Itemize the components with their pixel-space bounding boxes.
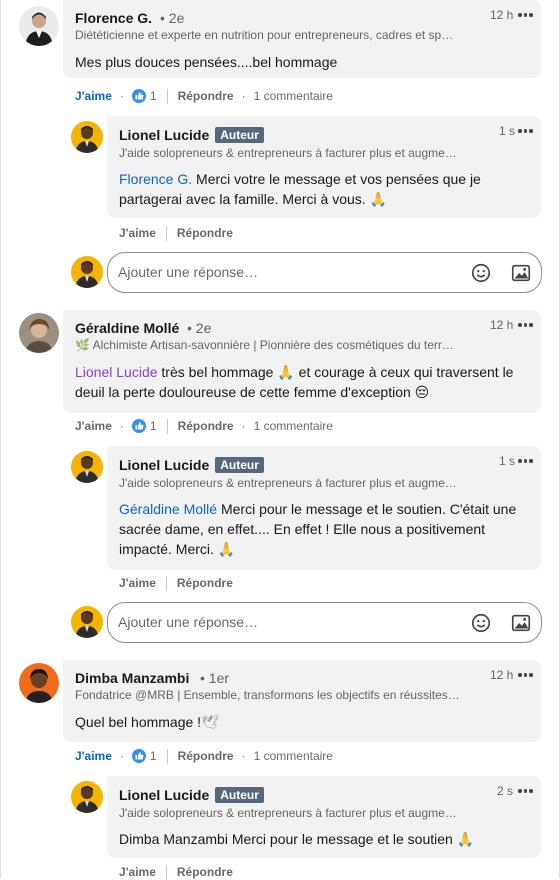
like-count[interactable]: 1 bbox=[150, 89, 157, 103]
reply-input[interactable]: Ajouter une réponse… bbox=[107, 252, 542, 293]
reply-author[interactable]: Lionel Lucide Auteur bbox=[119, 787, 264, 803]
comment-headline: Diététicienne et experte en nutrition po… bbox=[75, 28, 454, 42]
avatar-lionel bbox=[71, 606, 103, 638]
comment-text: Mes plus douces pensées....bel hommage bbox=[75, 54, 338, 70]
more-options-icon[interactable] bbox=[518, 788, 534, 794]
reply-actions: J'aime Répondre bbox=[119, 225, 233, 241]
comment-headline: 🌿 Alchimiste Artisan-savonnière | Pionni… bbox=[75, 338, 454, 352]
like-button[interactable]: J'aime bbox=[75, 749, 112, 763]
reply-button[interactable]: Répondre bbox=[177, 865, 233, 879]
like-count[interactable]: 1 bbox=[150, 419, 157, 433]
separator-dot: · bbox=[241, 419, 246, 433]
reply-button[interactable]: Répondre bbox=[178, 89, 234, 103]
mention-link[interactable]: Géraldine Mollé bbox=[119, 501, 217, 517]
connection-degree: • 1er bbox=[200, 670, 230, 686]
comment-headline: Fondatrice @MRB | Ensemble, transformons… bbox=[75, 688, 460, 702]
divider bbox=[166, 88, 168, 104]
reply-time: 1 s bbox=[499, 454, 516, 468]
praying-hands-emoji: 🙏 bbox=[456, 832, 475, 848]
like-count[interactable]: 1 bbox=[150, 749, 157, 763]
reply-button[interactable]: Répondre bbox=[177, 576, 233, 590]
praying-hands-emoji: 🙏 bbox=[369, 192, 387, 208]
divider bbox=[165, 225, 167, 241]
avatar-lionel[interactable] bbox=[71, 121, 103, 153]
reply-button[interactable]: Répondre bbox=[177, 226, 233, 240]
comment-author[interactable]: Géraldine Mollé bbox=[75, 320, 179, 336]
reply-headline: J'aide solopreneurs & entrepreneurs à fa… bbox=[119, 476, 457, 490]
comment-actions: J'aime · 1 Répondre · 1 commentaire bbox=[75, 88, 333, 104]
reply-text: Géraldine Mollé Merci pour le message et… bbox=[119, 501, 517, 558]
thumbs-up-reaction-icon[interactable] bbox=[131, 89, 146, 103]
comment-time: 12 h bbox=[490, 8, 514, 22]
thumbs-up-reaction-icon[interactable] bbox=[131, 419, 146, 433]
divider bbox=[165, 864, 167, 880]
praying-hands-emoji: 🙏 bbox=[217, 542, 236, 558]
image-upload-icon[interactable] bbox=[510, 612, 532, 634]
reply-placeholder: Ajouter une réponse… bbox=[118, 614, 259, 630]
like-button[interactable]: J'aime bbox=[75, 89, 112, 103]
thumbs-up-reaction-icon[interactable] bbox=[131, 749, 146, 763]
like-button[interactable]: J'aime bbox=[119, 576, 156, 590]
emoji-smiley-icon[interactable] bbox=[470, 262, 492, 284]
more-options-icon[interactable] bbox=[518, 128, 534, 134]
author-badge: Auteur bbox=[215, 457, 264, 473]
connection-degree: • 2e bbox=[187, 320, 212, 336]
mention-link[interactable]: Florence G. bbox=[119, 171, 192, 187]
avatar-lionel[interactable] bbox=[71, 451, 103, 483]
divider bbox=[166, 418, 168, 434]
more-options-icon[interactable] bbox=[518, 458, 534, 464]
reply-time: 1 s bbox=[499, 124, 516, 138]
comments-feed: Florence G. • 2e Diététicienne et expert… bbox=[0, 0, 560, 880]
comment-time: 12 h bbox=[490, 318, 514, 332]
comment-actions: J'aime · 1 Répondre · 1 commentaire bbox=[75, 748, 333, 764]
reply-headline: J'aide solopreneurs & entrepreneurs à fa… bbox=[119, 146, 457, 160]
like-button[interactable]: J'aime bbox=[119, 865, 156, 879]
avatar-florence[interactable] bbox=[19, 6, 59, 46]
mention-link[interactable]: Lionel Lucide bbox=[75, 364, 158, 380]
emoji-smiley-icon[interactable] bbox=[470, 612, 492, 634]
comment-text: Quel bel hommage !🕊 bbox=[75, 714, 219, 731]
comment-actions: J'aime · 1 Répondre · 1 commentaire bbox=[75, 418, 333, 434]
reply-author[interactable]: Lionel Lucide Auteur bbox=[119, 127, 264, 143]
image-upload-icon[interactable] bbox=[510, 262, 532, 284]
reply-button[interactable]: Répondre bbox=[178, 419, 234, 433]
reply-headline: J'aide solopreneurs & entrepreneurs à fa… bbox=[119, 806, 457, 820]
divider bbox=[165, 575, 167, 591]
more-options-icon[interactable] bbox=[518, 322, 534, 328]
comment-time: 12 h bbox=[490, 668, 514, 682]
reply-text: Dimba Manzambi Merci pour le message et … bbox=[119, 831, 475, 848]
reply-button[interactable]: Répondre bbox=[178, 749, 234, 763]
more-options-icon[interactable] bbox=[518, 672, 534, 678]
more-options-icon[interactable] bbox=[518, 12, 534, 18]
comment-count-link[interactable]: 1 commentaire bbox=[254, 89, 333, 103]
reply-time: 2 s bbox=[497, 784, 514, 798]
avatar-geraldine[interactable] bbox=[19, 313, 59, 353]
avatar-dimba[interactable] bbox=[19, 663, 59, 703]
separator-dot: · bbox=[241, 89, 246, 103]
comment-count-link[interactable]: 1 commentaire bbox=[254, 749, 333, 763]
comment-author[interactable]: Florence G. bbox=[75, 10, 152, 26]
separator-dot: · bbox=[241, 749, 246, 763]
author-badge: Auteur bbox=[215, 787, 264, 803]
avatar-lionel bbox=[71, 256, 103, 288]
reply-actions: J'aime Répondre bbox=[119, 575, 233, 591]
separator-dot: · bbox=[119, 749, 124, 763]
like-button[interactable]: J'aime bbox=[119, 226, 156, 240]
separator-dot: · bbox=[119, 89, 124, 103]
reply-placeholder: Ajouter une réponse… bbox=[118, 264, 259, 280]
author-badge: Auteur bbox=[215, 127, 264, 143]
connection-degree: • 2e bbox=[160, 10, 185, 26]
reply-text: Florence G. Merci votre le message et vo… bbox=[119, 171, 481, 208]
dove-emoji: 🕊 bbox=[201, 715, 219, 731]
comment-count-link[interactable]: 1 commentaire bbox=[254, 419, 333, 433]
reply-input[interactable]: Ajouter une réponse… bbox=[107, 602, 542, 643]
reply-author[interactable]: Lionel Lucide Auteur bbox=[119, 457, 264, 473]
separator-dot: · bbox=[119, 419, 124, 433]
like-button[interactable]: J'aime bbox=[75, 419, 112, 433]
divider bbox=[166, 748, 168, 764]
comment-text: Lionel Lucide très bel hommage 🙏 et cour… bbox=[75, 364, 514, 400]
comment-author[interactable]: Dimba Manzambi bbox=[75, 670, 189, 686]
avatar-lionel[interactable] bbox=[71, 781, 103, 813]
